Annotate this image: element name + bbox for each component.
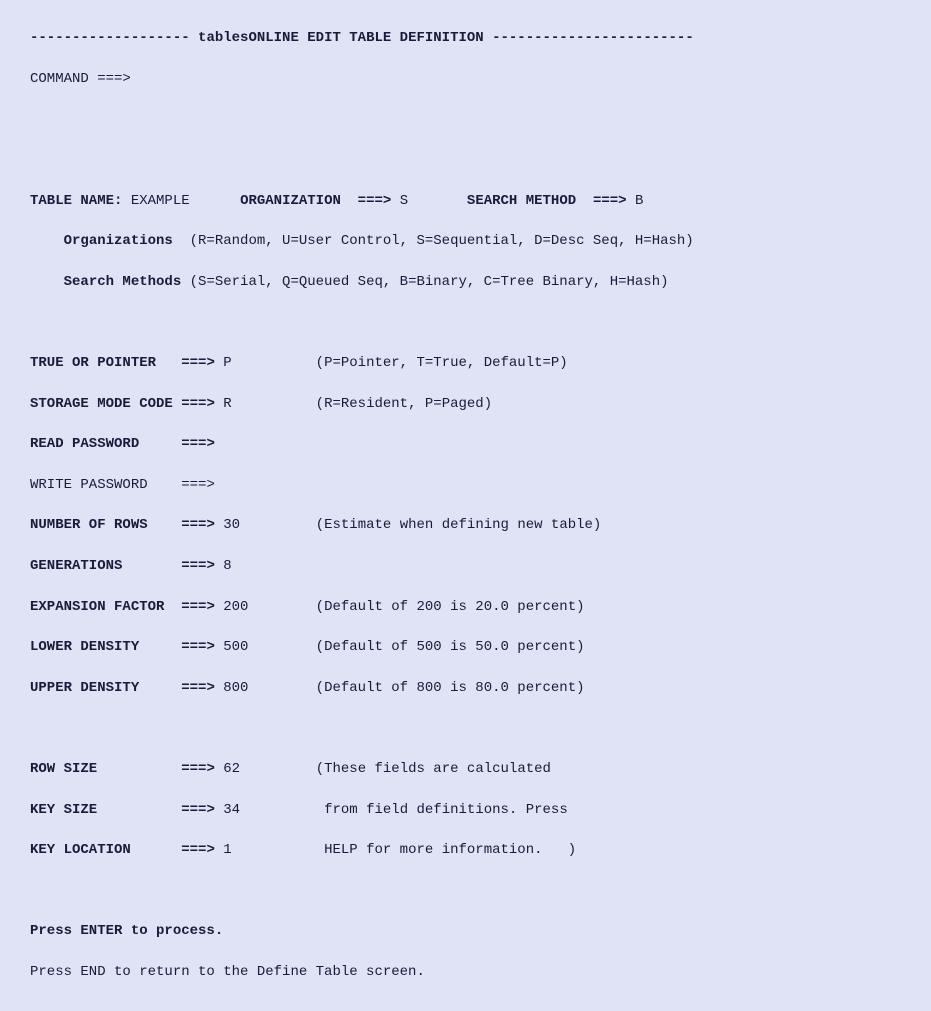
- key-location-value: 1: [215, 842, 232, 858]
- arrow-icon: ===>: [181, 639, 215, 655]
- read-password-label: READ PASSWORD: [30, 436, 181, 452]
- terminal-screen: ------------------- tablesONLINE EDIT TA…: [0, 0, 931, 1011]
- expansion-row: EXPANSION FACTOR ===> 200 (Default of 20…: [30, 597, 901, 617]
- arrow-icon: ===>: [181, 517, 215, 533]
- expansion-input[interactable]: 200: [215, 599, 249, 615]
- search-legend: Search Methods (S=Serial, Q=Queued Seq, …: [30, 272, 901, 292]
- arrow-icon: ===>: [181, 680, 215, 696]
- search-legend-text: (S=Serial, Q=Queued Seq, B=Binary, C=Tre…: [181, 274, 668, 290]
- expansion-hint: (Default of 200 is 20.0 percent): [316, 599, 585, 615]
- arrow-icon: ===>: [181, 761, 215, 777]
- storage-mode-row: STORAGE MODE CODE ===> R (R=Resident, P=…: [30, 394, 901, 414]
- true-pointer-row: TRUE OR POINTER ===> P (P=Pointer, T=Tru…: [30, 353, 901, 373]
- generations-row: GENERATIONS ===> 8: [30, 556, 901, 576]
- lower-density-input[interactable]: 500: [215, 639, 249, 655]
- arrow-icon: ===>: [181, 436, 215, 452]
- arrow-icon: ===>: [181, 477, 215, 493]
- lower-density-row: LOWER DENSITY ===> 500 (Default of 500 i…: [30, 637, 901, 657]
- title-line: ------------------- tablesONLINE EDIT TA…: [30, 28, 901, 48]
- lower-density-label: LOWER DENSITY: [30, 639, 181, 655]
- write-password-row: WRITE PASSWORD ===>: [30, 475, 901, 495]
- upper-density-input[interactable]: 800: [215, 680, 249, 696]
- generations-input[interactable]: 8: [215, 558, 232, 574]
- row-size-hint: (These fields are calculated: [316, 761, 551, 777]
- storage-mode-hint: (R=Resident, P=Paged): [316, 396, 492, 412]
- title-label: tablesONLINE EDIT TABLE DEFINITION: [190, 30, 492, 46]
- num-rows-hint: (Estimate when defining new table): [316, 517, 602, 533]
- key-location-label: KEY LOCATION: [30, 842, 181, 858]
- footer-enter: Press ENTER to process.: [30, 921, 901, 941]
- organization-input[interactable]: S: [391, 193, 408, 209]
- search-method-label: SEARCH METHOD ===>: [467, 193, 627, 209]
- row-size-row: ROW SIZE ===> 62 (These fields are calcu…: [30, 759, 901, 779]
- table-name-value[interactable]: EXAMPLE: [122, 193, 189, 209]
- num-rows-row: NUMBER OF ROWS ===> 30 (Estimate when de…: [30, 515, 901, 535]
- org-legend-label: Organizations: [64, 233, 173, 249]
- key-location-row: KEY LOCATION ===> 1 HELP for more inform…: [30, 840, 901, 860]
- key-location-hint: HELP for more information. ): [316, 842, 576, 858]
- row-size-label: ROW SIZE: [30, 761, 181, 777]
- search-method-input[interactable]: B: [627, 193, 644, 209]
- arrow-icon: ===>: [181, 396, 215, 412]
- arrow-icon: ===>: [181, 558, 215, 574]
- storage-mode-input[interactable]: R: [215, 396, 232, 412]
- org-legend: Organizations (R=Random, U=User Control,…: [30, 231, 901, 251]
- title-dash-left: -------------------: [30, 30, 190, 46]
- arrow-icon: ===>: [181, 599, 215, 615]
- expansion-label: EXPANSION FACTOR: [30, 599, 181, 615]
- write-password-label: WRITE PASSWORD: [30, 477, 181, 493]
- upper-density-row: UPPER DENSITY ===> 800 (Default of 800 i…: [30, 678, 901, 698]
- generations-label: GENERATIONS: [30, 558, 181, 574]
- org-legend-text: (R=Random, U=User Control, S=Sequential,…: [173, 233, 694, 249]
- num-rows-label: NUMBER OF ROWS: [30, 517, 181, 533]
- key-size-label: KEY SIZE: [30, 802, 181, 818]
- title-dash-right: ------------------------: [492, 30, 694, 46]
- row-size-value: 62: [215, 761, 240, 777]
- key-size-hint: from field definitions. Press: [316, 802, 568, 818]
- footer-end: Press END to return to the Define Table …: [30, 962, 901, 982]
- read-password-row: READ PASSWORD ===>: [30, 434, 901, 454]
- upper-density-hint: (Default of 800 is 80.0 percent): [316, 680, 585, 696]
- command-line: COMMAND ===>: [30, 69, 901, 89]
- upper-density-label: UPPER DENSITY: [30, 680, 181, 696]
- organization-label: ORGANIZATION ===>: [240, 193, 391, 209]
- storage-mode-label: STORAGE MODE CODE: [30, 396, 181, 412]
- true-pointer-label: TRUE OR POINTER: [30, 355, 181, 371]
- header-line: TABLE NAME: EXAMPLE ORGANIZATION ===> S …: [30, 191, 901, 211]
- true-pointer-input[interactable]: P: [215, 355, 232, 371]
- lower-density-hint: (Default of 500 is 50.0 percent): [316, 639, 585, 655]
- true-pointer-hint: (P=Pointer, T=True, Default=P): [316, 355, 568, 371]
- num-rows-input[interactable]: 30: [215, 517, 240, 533]
- arrow-icon: ===>: [181, 842, 215, 858]
- arrow-icon: ===>: [181, 802, 215, 818]
- search-legend-label: Search Methods: [64, 274, 182, 290]
- table-name-label: TABLE NAME:: [30, 193, 122, 209]
- key-size-row: KEY SIZE ===> 34 from field definitions.…: [30, 800, 901, 820]
- key-size-value: 34: [215, 802, 240, 818]
- command-label: COMMAND ===>: [30, 71, 131, 87]
- arrow-icon: ===>: [181, 355, 215, 371]
